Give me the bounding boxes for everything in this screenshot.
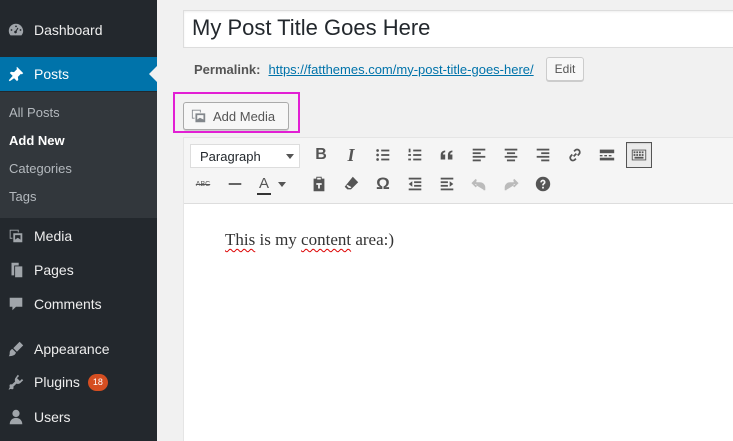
sidebar-item-label: Users [34, 409, 71, 425]
redo-button[interactable] [498, 171, 524, 197]
paste-as-text-icon [313, 176, 325, 192]
italic-button[interactable]: I [338, 142, 364, 168]
numbered-list-icon [408, 148, 422, 161]
editor-toolbar: Paragraph B I ABC A Ω [184, 138, 733, 204]
chevron-down-icon [286, 154, 294, 159]
blockquote-button[interactable] [434, 142, 460, 168]
sidebar-item-media[interactable]: Media [0, 219, 157, 253]
bulleted-list-icon [376, 149, 390, 161]
undo-icon [471, 178, 486, 191]
media-icon [6, 226, 26, 246]
sidebar-item-label: Comments [34, 296, 102, 312]
help-icon [535, 176, 551, 192]
align-left-icon [472, 148, 486, 162]
read-more-icon [599, 149, 615, 161]
pin-icon [6, 64, 26, 84]
misspelled-word: This [225, 230, 256, 249]
outdent-button[interactable] [402, 171, 428, 197]
redo-icon [504, 178, 519, 191]
submenu-item-tags[interactable]: Tags [9, 189, 36, 204]
submenu-item-add-new[interactable]: Add New [9, 133, 65, 148]
sidebar-item-pages[interactable]: Pages [0, 253, 157, 287]
plugins-icon [6, 372, 26, 392]
permalink-label: Permalink: [194, 61, 261, 77]
align-right-icon [536, 148, 550, 162]
toolbar-toggle-button[interactable] [626, 142, 652, 168]
add-media-button[interactable]: Add Media [183, 102, 289, 130]
format-select-value: Paragraph [200, 148, 261, 164]
clear-formatting-button[interactable] [338, 171, 364, 197]
read-more-button[interactable] [594, 142, 620, 168]
align-left-button[interactable] [466, 142, 492, 168]
content-editor: Paragraph B I ABC A Ω This is my content… [183, 137, 733, 441]
misspelled-word: content [301, 230, 352, 249]
blockquote-icon [440, 150, 453, 160]
link-icon [569, 148, 581, 162]
sidebar-item-comments[interactable]: Comments [0, 287, 157, 321]
strikethrough-button[interactable]: ABC [190, 171, 216, 197]
strikethrough-icon: ABC [195, 180, 211, 188]
sidebar-item-label: Media [34, 228, 73, 244]
sidebar-item-label: Dashboard [34, 22, 103, 38]
admin-sidebar: Dashboard Posts All Posts Add New Catego… [0, 0, 157, 441]
sidebar-item-users[interactable]: Users [0, 400, 157, 434]
sidebar-item-label: Posts [34, 66, 70, 82]
special-character-button[interactable]: Ω [370, 171, 396, 197]
bold-button[interactable]: B [308, 142, 334, 168]
paste-as-text-button[interactable] [306, 171, 332, 197]
post-title-input[interactable] [192, 15, 732, 41]
editor-content-area[interactable]: This is my content area:) [225, 230, 394, 250]
text-color-icon: A [258, 175, 269, 192]
permalink-link[interactable]: https://fatthemes.com/my-post-title-goes… [268, 62, 533, 77]
link-button[interactable] [562, 142, 588, 168]
dashboard-icon [6, 20, 26, 40]
horizontal-line-icon [228, 183, 242, 185]
text-color-button[interactable]: A [252, 171, 290, 197]
toolbar-toggle-icon [631, 149, 647, 161]
indent-icon [440, 177, 454, 191]
bulleted-list-button[interactable] [370, 142, 396, 168]
comments-icon [6, 294, 26, 314]
sidebar-item-label: Pages [34, 262, 74, 278]
sidebar-item-label: Appearance [34, 341, 110, 357]
help-button[interactable] [530, 171, 556, 197]
outdent-icon [408, 177, 422, 191]
edit-permalink-button[interactable]: Edit [545, 57, 585, 81]
add-media-label: Add Media [213, 108, 276, 124]
horizontal-line-button[interactable] [222, 171, 248, 197]
permalink-row: Permalink: https://fatthemes.com/my-post… [194, 57, 585, 81]
sidebar-item-plugins[interactable]: Plugins 18 [0, 365, 157, 399]
sidebar-item-posts[interactable]: Posts [0, 57, 157, 91]
sidebar-item-label: Plugins [34, 374, 80, 390]
appearance-icon [6, 339, 26, 359]
submenu-item-all-posts[interactable]: All Posts [9, 105, 60, 120]
special-character-icon: Ω [376, 174, 390, 193]
align-center-button[interactable] [498, 142, 524, 168]
users-icon [6, 407, 26, 427]
plugins-update-badge: 18 [87, 373, 108, 391]
bold-icon: B [315, 146, 327, 163]
text-color-swatch [257, 193, 271, 195]
sidebar-item-dashboard[interactable]: Dashboard [0, 13, 157, 47]
clear-formatting-icon [344, 176, 359, 190]
align-center-icon [504, 148, 518, 162]
content-text: area:) [351, 230, 395, 249]
indent-button[interactable] [434, 171, 460, 197]
sidebar-item-appearance[interactable]: Appearance [0, 332, 157, 366]
numbered-list-button[interactable] [402, 142, 428, 168]
posts-submenu: All Posts Add New Categories Tags [0, 92, 157, 218]
submenu-item-categories[interactable]: Categories [9, 161, 72, 176]
format-select[interactable]: Paragraph [190, 144, 300, 168]
italic-icon: I [347, 144, 355, 165]
chevron-down-icon [278, 181, 286, 187]
pages-icon [6, 260, 26, 280]
post-title-field[interactable] [183, 10, 733, 48]
media-icon [191, 109, 206, 123]
content-text: is my [255, 230, 302, 249]
undo-button[interactable] [466, 171, 492, 197]
align-right-button[interactable] [530, 142, 556, 168]
